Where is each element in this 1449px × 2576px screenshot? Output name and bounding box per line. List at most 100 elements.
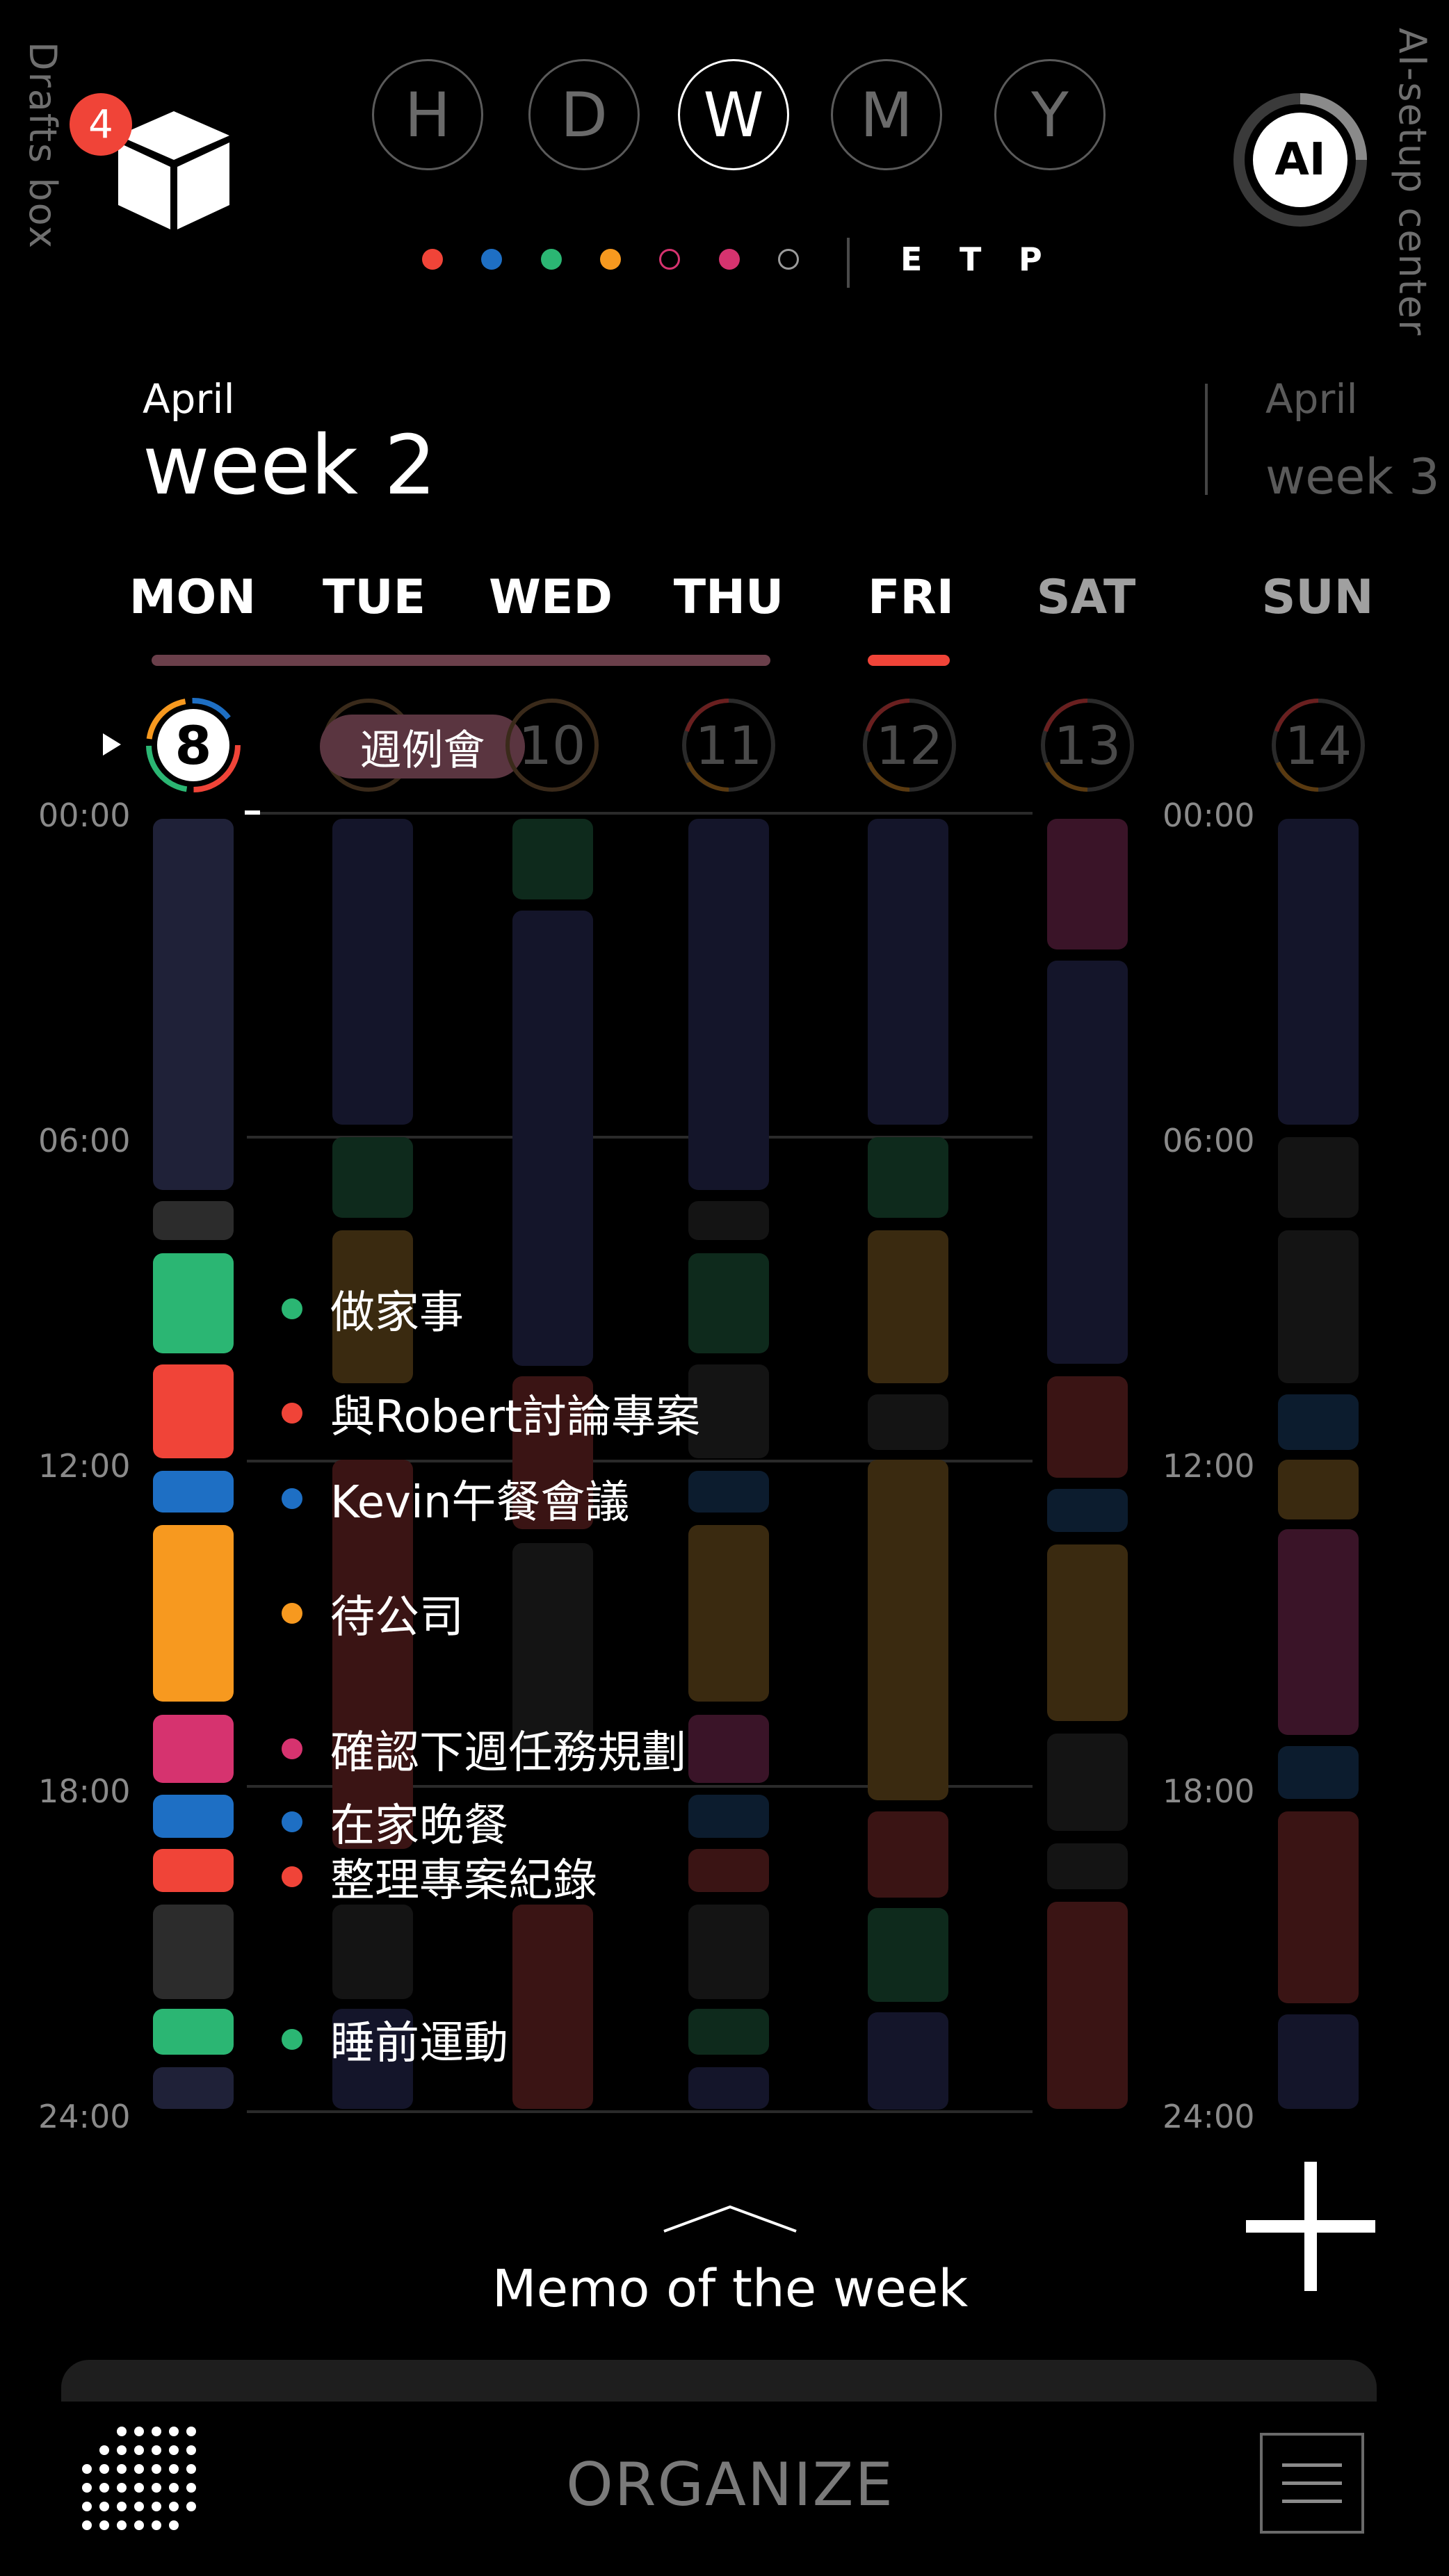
scale-year-button[interactable]: Y <box>994 59 1106 170</box>
event-block[interactable] <box>1047 1734 1128 1831</box>
next-week-title[interactable]: week 3 <box>1265 448 1440 505</box>
event-block[interactable] <box>868 1137 948 1218</box>
legend-item[interactable]: 整理專案紀錄 <box>282 1845 597 1909</box>
scale-month-button[interactable]: M <box>831 59 942 170</box>
event-block[interactable] <box>868 1460 948 1800</box>
event-tag[interactable]: 週例會 <box>320 715 525 778</box>
event-block[interactable] <box>1278 1394 1359 1450</box>
event-block[interactable] <box>868 2012 948 2110</box>
filter-type-p[interactable]: P <box>1019 241 1042 278</box>
event-block[interactable] <box>1047 1489 1128 1532</box>
event-block[interactable] <box>332 1137 413 1218</box>
date-8[interactable]: 8 <box>145 696 242 794</box>
event-block[interactable] <box>868 1230 948 1383</box>
organize-button[interactable]: ORGANIZE <box>487 2450 973 2520</box>
legend-item[interactable]: 與Robert討論專案 <box>282 1381 700 1445</box>
filter-red-dot[interactable] <box>422 249 443 270</box>
event-block[interactable] <box>1278 1230 1359 1383</box>
filter-type-e[interactable]: E <box>900 241 922 278</box>
event-block[interactable] <box>1278 1811 1359 2003</box>
event-block[interactable] <box>512 1905 593 2109</box>
filter-green-dot[interactable] <box>541 249 562 270</box>
event-block[interactable] <box>688 1364 769 1458</box>
event-block[interactable] <box>688 1715 769 1783</box>
legend-item[interactable]: 確認下週任務規劃 <box>282 1717 686 1781</box>
event-block[interactable] <box>153 1525 234 1702</box>
event-block[interactable] <box>1047 1376 1128 1478</box>
legend-item[interactable]: 睡前運動 <box>282 2007 508 2071</box>
event-block[interactable] <box>688 1471 769 1513</box>
event-block[interactable] <box>868 1908 948 2002</box>
memo-toggle[interactable]: Memo of the week <box>487 2200 973 2325</box>
memo-sheet[interactable] <box>61 2360 1377 2402</box>
event-block[interactable] <box>1047 819 1128 949</box>
event-block[interactable] <box>868 1811 948 1898</box>
event-block[interactable] <box>153 1471 234 1513</box>
event-block[interactable] <box>688 1849 769 1892</box>
event-block[interactable] <box>153 1364 234 1458</box>
event-block[interactable] <box>153 1795 234 1838</box>
event-block[interactable] <box>1278 1529 1359 1735</box>
day-fri[interactable]: FRI <box>834 570 987 625</box>
legend-item[interactable]: Kevin午餐會議 <box>282 1467 629 1531</box>
filter-blue-dot[interactable] <box>481 249 502 270</box>
add-button[interactable] <box>1246 2162 1375 2291</box>
scale-week-button[interactable]: W <box>678 59 789 170</box>
event-block[interactable] <box>1047 961 1128 1364</box>
filter-gray-outline-dot[interactable] <box>778 249 799 270</box>
dot-grid-button[interactable] <box>73 2426 198 2537</box>
event-block[interactable] <box>153 819 234 1190</box>
event-block[interactable] <box>153 2009 234 2055</box>
event-block[interactable] <box>1278 819 1359 1125</box>
date-10[interactable]: 10 <box>503 696 601 794</box>
date-11[interactable]: 11 <box>680 696 777 794</box>
event-block[interactable] <box>332 1905 413 1999</box>
event-block[interactable] <box>153 1253 234 1353</box>
event-block[interactable] <box>688 1905 769 1999</box>
event-block[interactable] <box>1278 1746 1359 1799</box>
event-block[interactable] <box>688 1525 769 1702</box>
event-block[interactable] <box>1278 1137 1359 1218</box>
event-block[interactable] <box>688 1795 769 1838</box>
day-tue[interactable]: TUE <box>298 570 451 625</box>
event-block[interactable] <box>1047 1843 1128 1889</box>
scale-hour-button[interactable]: H <box>372 59 483 170</box>
day-sun[interactable]: SUN <box>1241 570 1394 625</box>
legend-item[interactable]: 待公司 <box>282 1581 464 1645</box>
event-block[interactable] <box>153 1201 234 1240</box>
event-block[interactable] <box>1047 1902 1128 2109</box>
event-block[interactable] <box>688 2067 769 2109</box>
event-block[interactable] <box>688 1253 769 1353</box>
ai-setup-center-label[interactable]: AI-setup center <box>1391 28 1434 336</box>
date-12[interactable]: 12 <box>861 696 958 794</box>
legend-item[interactable]: 做家事 <box>282 1277 464 1341</box>
filter-orange-dot[interactable] <box>600 249 621 270</box>
drafts-box-button[interactable]: 4 <box>70 93 243 236</box>
event-block[interactable] <box>1278 2014 1359 2109</box>
event-block[interactable] <box>1047 1544 1128 1721</box>
day-wed[interactable]: WED <box>474 570 627 625</box>
event-block[interactable] <box>868 1394 948 1450</box>
event-block[interactable] <box>332 819 413 1125</box>
next-week-month[interactable]: April <box>1265 375 1358 423</box>
event-block[interactable] <box>688 1201 769 1240</box>
day-mon[interactable]: MON <box>116 570 269 625</box>
event-block[interactable] <box>153 1849 234 1892</box>
filter-pink-outline-dot[interactable] <box>659 249 680 270</box>
event-block[interactable] <box>688 819 769 1190</box>
event-block[interactable] <box>1278 1460 1359 1519</box>
ai-button[interactable]: AI <box>1231 90 1370 229</box>
scale-day-button[interactable]: D <box>528 59 640 170</box>
filter-pink-dot[interactable] <box>719 249 740 270</box>
event-block[interactable] <box>688 2009 769 2055</box>
menu-button[interactable] <box>1260 2433 1364 2534</box>
event-block[interactable] <box>512 911 593 1366</box>
event-block[interactable] <box>153 2067 234 2109</box>
filter-type-t[interactable]: T <box>960 241 981 278</box>
event-block[interactable] <box>868 819 948 1125</box>
date-14[interactable]: 14 <box>1270 696 1367 794</box>
event-block[interactable] <box>153 1715 234 1783</box>
event-block[interactable] <box>153 1905 234 1999</box>
date-13[interactable]: 13 <box>1039 696 1136 794</box>
event-block[interactable] <box>512 819 593 899</box>
